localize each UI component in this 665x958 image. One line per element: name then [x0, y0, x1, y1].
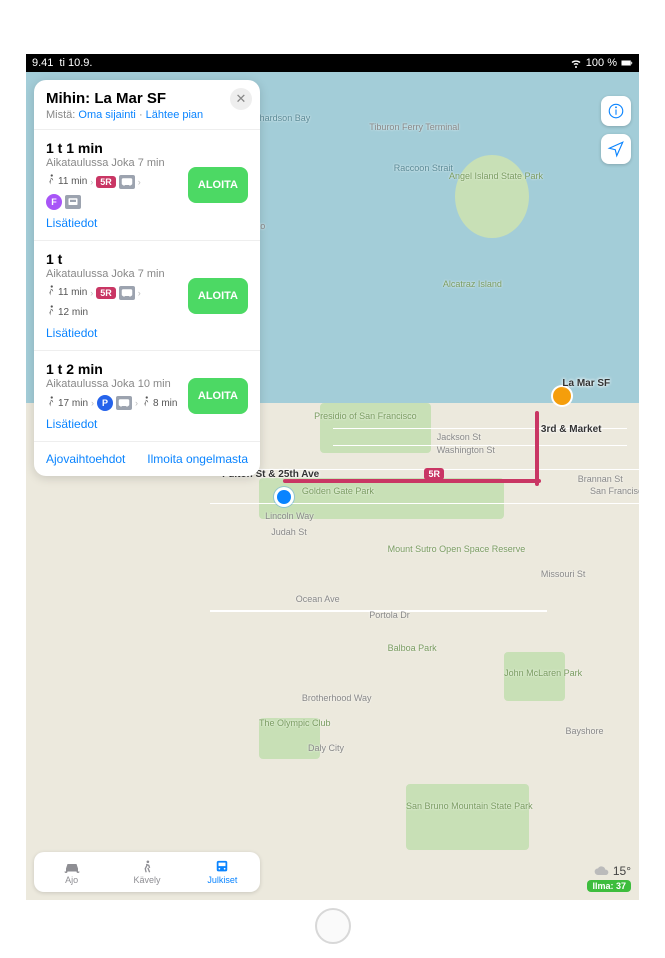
map-label: Jackson St — [437, 432, 481, 442]
map-label: Brannan St — [578, 474, 623, 484]
map-label: Balboa Park — [388, 643, 437, 653]
car-icon — [63, 860, 81, 874]
status-time: 9.41 — [32, 57, 53, 69]
status-bar: 9.41 ti 10.9. 100 % — [26, 54, 639, 72]
map-label: Lincoln Way — [265, 511, 314, 521]
route-option[interactable]: 1 t Aikataulussa Joka 7 min 11 min › 5R … — [34, 241, 260, 351]
cloud-icon — [594, 865, 610, 877]
map-label: Mount Sutro Open Space Reserve — [388, 544, 526, 554]
battery-percent: 100 % — [586, 57, 617, 69]
map-label: Missouri St — [541, 569, 586, 579]
weather-temp: 15° — [613, 864, 631, 878]
bus-icon — [119, 286, 135, 300]
map-label: Ocean Ave — [296, 594, 340, 604]
tab-drive[interactable]: Ajo — [34, 852, 109, 892]
walk-icon — [141, 396, 151, 411]
home-button[interactable] — [315, 908, 351, 944]
map-label: The Olympic Club — [259, 718, 331, 728]
map-label: Alcatraz Island — [443, 279, 502, 289]
walk-icon — [46, 285, 56, 300]
map-label: Portola Dr — [369, 610, 410, 620]
walk-icon — [138, 860, 156, 874]
map-label: Raccoon Strait — [394, 163, 453, 173]
route-details-link[interactable]: Lisätiedot — [46, 417, 188, 431]
depart-time[interactable]: Lähtee pian — [146, 109, 204, 121]
map-label: San Francisco Californian — [590, 486, 665, 496]
map-label: Angel Island State Park — [449, 171, 543, 181]
map-info-button[interactable] — [601, 96, 631, 126]
start-button[interactable]: ALOITA — [188, 378, 248, 414]
route-details-link[interactable]: Lisätiedot — [46, 326, 188, 340]
line-badge-5r: 5R — [96, 287, 116, 299]
weather-badge[interactable]: 15° Ilma: 37 — [587, 864, 631, 892]
aqi-value: 37 — [616, 881, 626, 891]
close-button[interactable]: ✕ — [230, 88, 252, 110]
map-label: Golden Gate Park — [302, 486, 374, 496]
walk-icon — [46, 174, 56, 189]
map-stop-lamar[interactable]: La Mar SF — [562, 378, 610, 389]
map-stop-3rd-market[interactable]: 3rd & Market — [541, 424, 602, 435]
route-schedule: Aikataulussa Joka 7 min — [46, 268, 188, 280]
map-label: Washington St — [437, 445, 495, 455]
map-label: Tiburon Ferry Terminal — [369, 122, 459, 132]
bus-icon — [116, 396, 132, 410]
line-badge-f: F — [46, 194, 62, 210]
status-date: ti 10.9. — [59, 57, 92, 69]
walk-icon — [46, 396, 56, 411]
walk-icon — [46, 305, 56, 320]
report-problem-link[interactable]: Ilmoita ongelmasta — [147, 452, 248, 466]
route-duration: 1 t 1 min — [46, 140, 188, 156]
map-label: Brotherhood Way — [302, 693, 372, 703]
route-duration: 1 t — [46, 251, 188, 267]
route-details-link[interactable]: Lisätiedot — [46, 216, 188, 230]
battery-icon — [621, 57, 633, 69]
map-label: Bayshore — [565, 726, 603, 736]
tab-walk[interactable]: Kävely — [109, 852, 184, 892]
from-value[interactable]: Oma sijainti — [78, 109, 135, 121]
map-locate-button[interactable] — [601, 134, 631, 164]
route-options-link[interactable]: Ajovaihtoehdot — [46, 452, 125, 466]
map-label: John McLaren Park — [504, 668, 582, 678]
line-badge-p: P — [97, 395, 113, 411]
route-duration: 1 t 2 min — [46, 361, 188, 377]
directions-panel: Mihin: La Mar SF Mistä: Oma sijainti · L… — [34, 80, 260, 476]
panel-title: Mihin: La Mar SF — [46, 90, 248, 107]
bus-icon — [119, 175, 135, 189]
aqi-label: Ilma: — [592, 881, 613, 891]
tab-transit[interactable]: Julkiset — [185, 852, 260, 892]
map-route-badge-5r: 5R — [424, 468, 444, 480]
wifi-icon — [570, 57, 582, 69]
from-label: Mistä: — [46, 109, 75, 121]
route-option[interactable]: 1 t 1 min Aikataulussa Joka 7 min 11 min… — [34, 130, 260, 241]
map-label: Judah St — [271, 527, 307, 537]
route-option[interactable]: 1 t 2 min Aikataulussa Joka 10 min 17 mi… — [34, 351, 260, 442]
map-label: San Bruno Mountain State Park — [406, 801, 533, 811]
route-schedule: Aikataulussa Joka 10 min — [46, 378, 188, 390]
transit-icon — [213, 860, 231, 874]
mode-tabs: Ajo Kävely Julkiset — [34, 852, 260, 892]
map-label: Daly City — [308, 743, 344, 753]
panel-header: Mihin: La Mar SF Mistä: Oma sijainti · L… — [34, 80, 260, 130]
route-schedule: Aikataulussa Joka 7 min — [46, 157, 188, 169]
line-badge-5r: 5R — [96, 176, 116, 188]
tram-icon — [65, 195, 81, 209]
start-button[interactable]: ALOITA — [188, 278, 248, 314]
start-button[interactable]: ALOITA — [188, 167, 248, 203]
map-label: Presidio of San Francisco — [314, 411, 417, 421]
